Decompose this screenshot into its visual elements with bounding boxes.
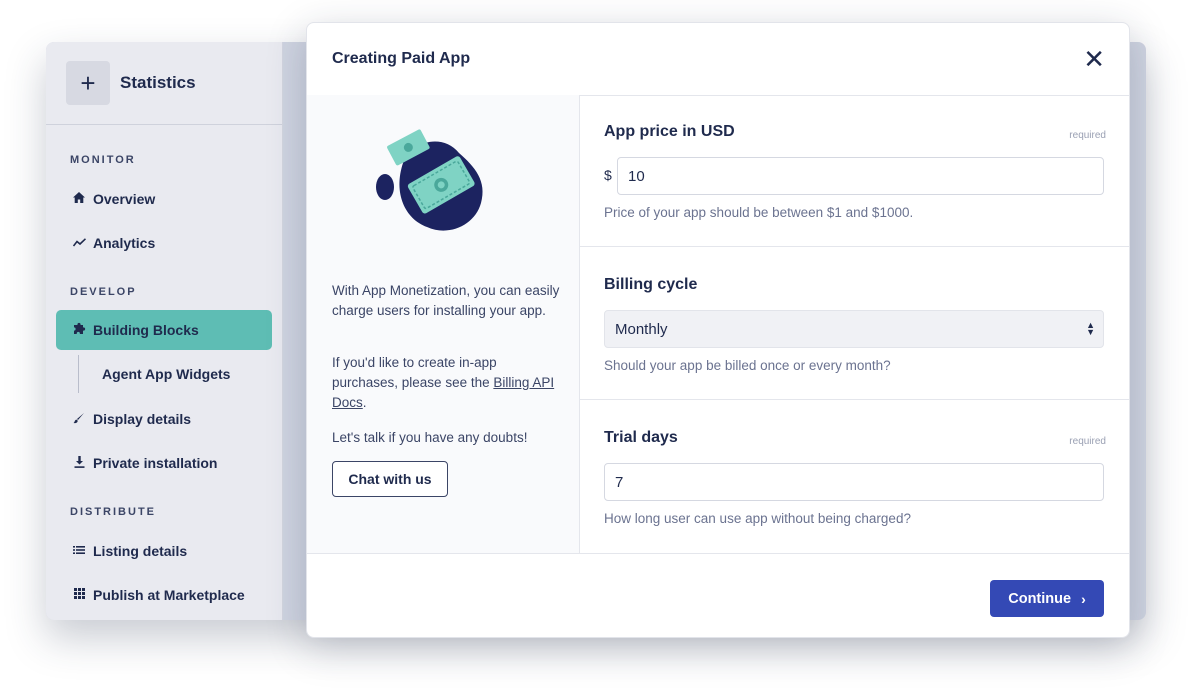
info-panel: With App Monetization, you can easily ch… — [307, 95, 580, 553]
modal-header: Creating Paid App ✕ — [307, 23, 1129, 96]
sidebar-item-label: Building Blocks — [93, 322, 199, 338]
sidebar-item-analytics[interactable]: Analytics — [56, 223, 272, 263]
sidebar-item-label: Agent App Widgets — [102, 366, 231, 382]
list-icon — [72, 544, 86, 558]
trial-helper-text: How long user can use app without being … — [604, 511, 911, 526]
billing-cycle-select[interactable]: Monthly ▲ ▼ — [604, 310, 1104, 348]
currency-symbol: $ — [604, 167, 612, 183]
creating-paid-app-modal: Creating Paid App ✕ With App Monetizatio… — [306, 22, 1130, 638]
form-panel: App price in USD required $ 10 Price of … — [579, 95, 1129, 553]
money-illustration — [376, 129, 483, 231]
sidebar-item-label: Display details — [93, 411, 192, 427]
close-icon[interactable]: ✕ — [1083, 46, 1105, 72]
sidebar-item-listing-details[interactable]: Listing details — [56, 531, 272, 571]
info-paragraph-1: With App Monetization, you can easily ch… — [332, 283, 560, 318]
sidebar-item-publish-marketplace[interactable]: Publish at Marketplace — [56, 575, 272, 615]
section-label-develop: DEVELOP — [70, 286, 137, 298]
info-paragraph-3: Let's talk if you have any doubts! — [332, 430, 528, 445]
modal-body: With App Monetization, you can easily ch… — [307, 95, 1129, 553]
continue-button[interactable]: Continue › — [990, 580, 1104, 617]
home-icon — [72, 192, 86, 206]
required-tag: required — [1069, 130, 1106, 141]
info-text: . — [362, 395, 367, 410]
section-label-distribute: DISTRIBUTE — [70, 506, 156, 518]
sidebar-item-label: Analytics — [93, 235, 156, 251]
sidebar-header: + Statistics — [46, 42, 282, 125]
price-input[interactable]: 10 — [617, 157, 1104, 195]
continue-label: Continue — [1008, 590, 1072, 607]
section-label-monitor: MONITOR — [70, 154, 136, 166]
sidebar: + Statistics MONITOR Overview Analytics … — [46, 42, 283, 620]
modal-footer: Continue › — [307, 553, 1129, 637]
billing-field-group: Billing cycle Monthly ▲ ▼ Should your app… — [579, 248, 1129, 400]
trial-label: Trial days — [604, 429, 678, 446]
sidebar-subitem-agent-app-widgets[interactable]: Agent App Widgets — [78, 355, 292, 393]
chevron-right-icon: › — [1081, 590, 1086, 607]
trial-days-input[interactable]: 7 — [604, 463, 1104, 501]
info-paragraph-2: If you'd like to create in-app purchases… — [332, 353, 562, 413]
sidebar-item-label: Private installation — [93, 455, 218, 471]
sidebar-item-private-installation[interactable]: Private installation — [56, 443, 272, 483]
billing-selected-value: Monthly — [615, 320, 668, 338]
sidebar-item-overview[interactable]: Overview — [56, 179, 272, 219]
puzzle-icon — [72, 322, 86, 338]
grid-icon — [72, 588, 86, 602]
trial-field-group: Trial days required 7 How long user can … — [579, 401, 1129, 553]
sidebar-item-label: Overview — [93, 191, 156, 207]
sidebar-item-building-blocks[interactable]: Building Blocks — [56, 310, 272, 350]
sidebar-item-label: Listing details — [93, 543, 188, 559]
sidebar-item-label: Publish at Marketplace — [93, 587, 245, 603]
billing-label: Billing cycle — [604, 276, 698, 293]
modal-title: Creating Paid App — [332, 50, 471, 67]
billing-helper-text: Should your app be billed once or every … — [604, 358, 891, 373]
price-helper-text: Price of your app should be between $1 a… — [604, 205, 914, 220]
info-text: If you'd like to create in-app purchases… — [332, 355, 497, 390]
price-field-group: App price in USD required $ 10 Price of … — [579, 95, 1129, 247]
sidebar-item-display-details[interactable]: Display details — [56, 399, 272, 439]
app-name: Statistics — [120, 73, 196, 92]
chart-line-icon — [72, 236, 86, 250]
price-label: App price in USD — [604, 123, 735, 140]
select-arrows-icon: ▲ ▼ — [1086, 320, 1095, 337]
required-tag: required — [1069, 436, 1106, 447]
chat-with-us-button[interactable]: Chat with us — [332, 461, 448, 497]
add-icon[interactable]: + — [66, 61, 110, 105]
download-icon — [72, 455, 86, 471]
brush-icon — [72, 412, 86, 427]
